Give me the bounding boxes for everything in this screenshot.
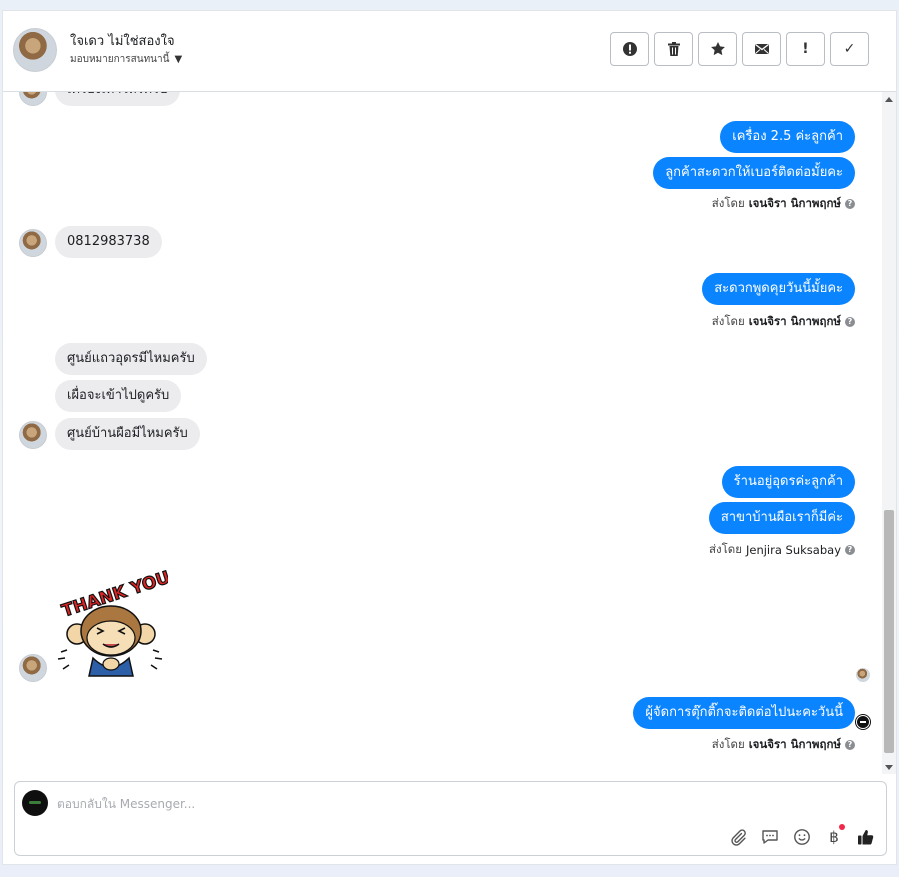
sent-by-line: ส่งโดย เจนจิรา นิกาพฤกษ์ ?: [712, 313, 855, 331]
contact-avatar-small: [19, 654, 47, 682]
contact-avatar-small: [19, 229, 47, 257]
scrollbar-thumb[interactable]: [884, 510, 894, 753]
contact-avatar-small: [19, 421, 47, 449]
contact-avatar-small: [19, 92, 47, 106]
scroll-up-arrow-icon[interactable]: [885, 97, 893, 102]
notification-dot: [839, 824, 845, 830]
contact-name[interactable]: ใจเดว ไม่ใช่สองใจ: [70, 30, 175, 51]
thread-scrollbar[interactable]: [882, 92, 896, 774]
reply-input[interactable]: [57, 794, 837, 814]
emoji-button[interactable]: [792, 827, 812, 847]
trash-icon: [667, 42, 680, 56]
incoming-message: 0812983738: [55, 226, 162, 258]
follow-up-button[interactable]: !: [786, 32, 825, 66]
emoji-icon: [794, 829, 810, 845]
outgoing-message: ลูกค้าสะดวกให้เบอร์ติดต่อมั้ยคะ: [653, 157, 855, 189]
spam-button[interactable]: [610, 32, 649, 66]
help-icon[interactable]: ?: [845, 199, 855, 209]
thumbs-up-icon: [858, 830, 874, 845]
outgoing-message: เครื่อง 2.5 ค่ะลูกค้า: [720, 121, 855, 153]
mark-done-button[interactable]: ✓: [830, 32, 869, 66]
outgoing-message: สะดวกพูดคุยวันนี้มั้ยคะ: [702, 273, 855, 305]
star-icon: [710, 42, 725, 56]
sent-by-agent: เจนจิรา นิกาพฤกษ์: [748, 314, 841, 328]
like-button[interactable]: [856, 827, 876, 847]
seen-indicator-avatar: [856, 668, 870, 682]
conversation-header: ใจเดว ไม่ใช่สองใจ มอบหมายการสนทนานี้ ▼ !…: [3, 11, 896, 92]
assign-label: มอบหมายการสนทนานี้: [70, 54, 170, 65]
sent-by-agent: เจนจิรา นิกาพฤกษ์: [748, 737, 841, 751]
saved-replies-button[interactable]: [760, 827, 780, 847]
incoming-message: เครื่องเท่าไหร่ครับ: [55, 92, 180, 106]
sent-by-prefix: ส่งโดย: [711, 196, 745, 210]
help-icon[interactable]: ?: [845, 317, 855, 327]
outgoing-message: ร้านอยู่อุดรค่ะลูกค้า: [721, 466, 855, 498]
sent-by-line: ส่งโดย เจนจิรา นิกาพฤกษ์ ?: [712, 195, 855, 213]
outgoing-message: ผู้จัดการตุ๊กติ๊กจะติดต่อไปนะคะวันนี้: [633, 697, 855, 729]
paperclip-icon: [731, 829, 746, 846]
sent-by-agent: เจนจิรา นิกาพฤกษ์: [748, 196, 841, 210]
attach-file-button[interactable]: [728, 827, 748, 847]
page-seen-indicator: [856, 715, 870, 729]
alert-circle-icon: [622, 42, 637, 56]
caret-down-icon: ▼: [174, 54, 183, 65]
help-icon[interactable]: ?: [845, 740, 855, 750]
incoming-message: ศูนย์แถวอุดรมีไหมครับ: [55, 343, 207, 375]
composer-toolbar: ฿: [728, 824, 876, 847]
chat-bubble-icon: [762, 830, 778, 844]
baht-icon: ฿: [829, 828, 839, 846]
star-button[interactable]: [698, 32, 737, 66]
page-avatar: [22, 790, 48, 816]
sent-by-line: ส่งโดย เจนจิรา นิกาพฤกษ์ ?: [712, 736, 855, 754]
scroll-down-arrow-icon[interactable]: [885, 765, 893, 770]
thank-you-sticker: THANK YOU: [57, 568, 168, 677]
sent-by-prefix: ส่งโดย: [708, 542, 742, 556]
delete-button[interactable]: [654, 32, 693, 66]
conversation-panel: ใจเดว ไม่ใช่สองใจ มอบหมายการสนทนานี้ ▼ !…: [2, 10, 897, 865]
mark-unread-button[interactable]: [742, 32, 781, 66]
exclamation-icon: !: [802, 41, 809, 57]
sent-by-prefix: ส่งโดย: [711, 314, 745, 328]
sent-by-agent: Jenjira Suksabay: [745, 543, 841, 557]
outgoing-message: สาขาบ้านผือเราก็มีค่ะ: [708, 502, 855, 534]
conversation-toolbar: ! ✓: [610, 32, 869, 66]
incoming-message: เผื่อจะเข้าไปดูครับ: [55, 380, 182, 412]
help-icon[interactable]: ?: [845, 545, 855, 555]
contact-avatar[interactable]: [13, 28, 57, 72]
sent-by-prefix: ส่งโดย: [711, 737, 745, 751]
incoming-message: ศูนย์บ้านผือมีไหมครับ: [55, 418, 200, 450]
message-thread: เครื่องเท่าไหร่ครับ เครื่อง 2.5 ค่ะลูกค้…: [3, 92, 882, 774]
reply-composer: ฿: [14, 781, 887, 856]
payment-button[interactable]: ฿: [824, 824, 845, 847]
check-icon: ✓: [843, 41, 856, 57]
assign-conversation-dropdown[interactable]: มอบหมายการสนทนานี้ ▼: [70, 52, 182, 67]
sent-by-line: ส่งโดย Jenjira Suksabay ?: [709, 541, 855, 559]
envelope-icon: [754, 43, 769, 54]
